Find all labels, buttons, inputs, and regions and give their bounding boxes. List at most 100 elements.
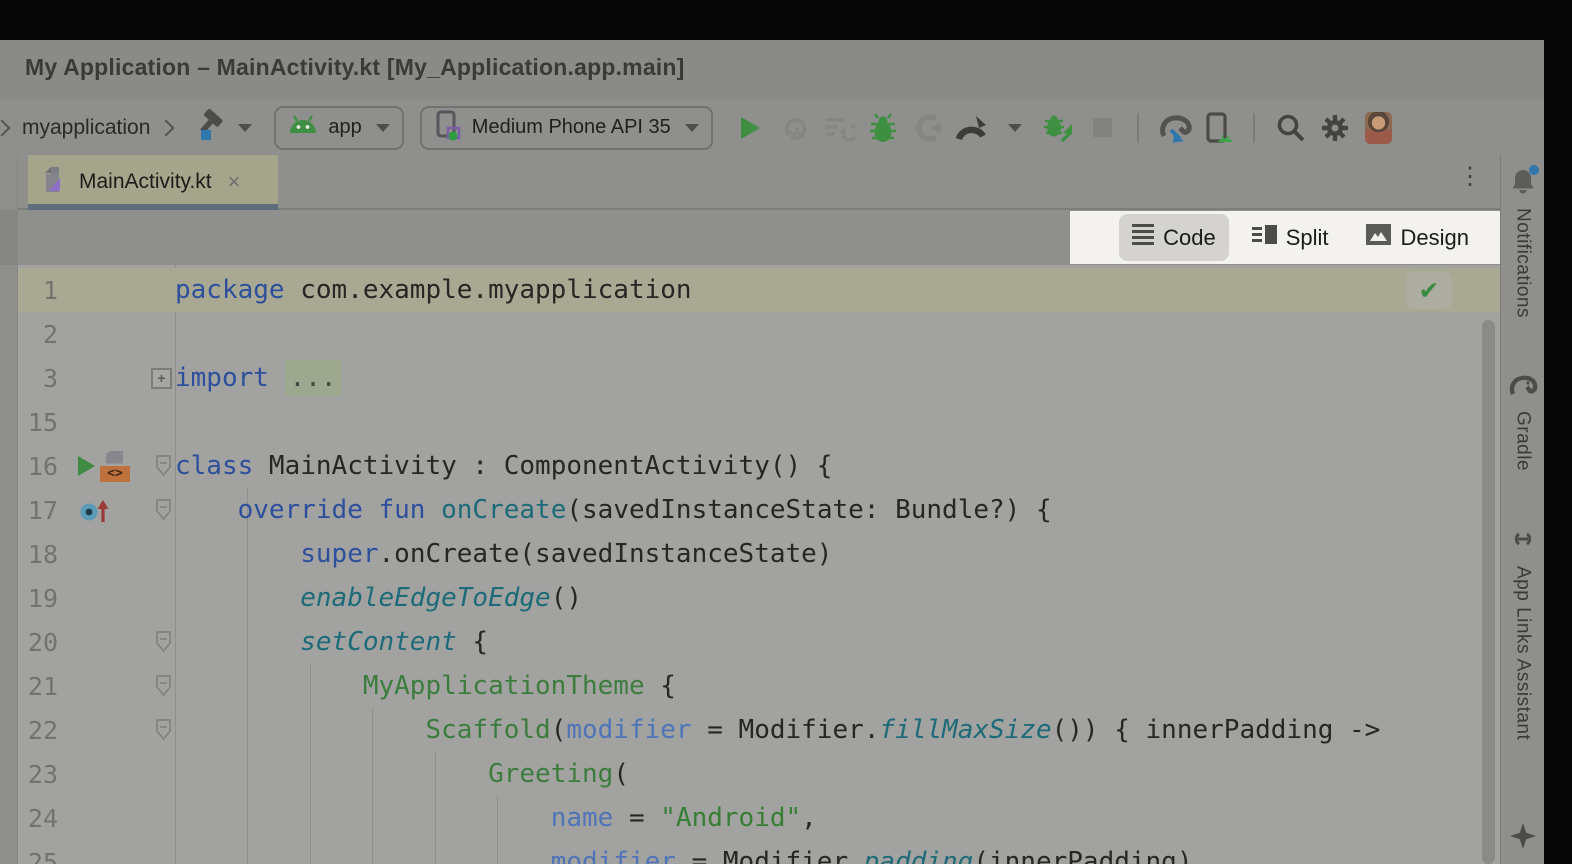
gemini-sparkle-icon[interactable] — [1508, 821, 1538, 856]
code-line-19[interactable]: 19 enableEdgeToEdge() — [18, 576, 1500, 620]
run-gutter-icon[interactable] — [78, 456, 95, 476]
override-method-icon[interactable] — [78, 496, 110, 524]
stop-icon — [1085, 111, 1121, 145]
device-manager-icon[interactable] — [1201, 111, 1237, 145]
kotlin-file-icon — [42, 166, 67, 198]
line-number: 22 — [18, 716, 58, 745]
android-head-icon — [288, 115, 318, 140]
code-text[interactable]: name = "Android", — [175, 803, 817, 833]
line-number: 23 — [18, 760, 58, 789]
build-button[interactable] — [194, 107, 252, 148]
line-number: 15 — [18, 408, 58, 437]
fold-minus-icon[interactable] — [142, 719, 175, 741]
debug-icon[interactable] — [865, 111, 901, 145]
fold-minus-icon[interactable] — [142, 675, 175, 697]
code-text[interactable]: class MainActivity : ComponentActivity()… — [175, 451, 832, 481]
code-text[interactable]: override fun onCreate(savedInstanceState… — [175, 495, 1052, 525]
line-number: 17 — [18, 496, 58, 525]
fold-plus-icon[interactable]: + — [142, 368, 175, 389]
fold-minus-icon[interactable] — [142, 631, 175, 653]
code-text[interactable]: Scaffold(modifier = Modifier.fillMaxSize… — [175, 715, 1380, 745]
line-number: 1 — [18, 276, 58, 305]
tool-window-button-app-links-assistant[interactable]: App Links Assistant — [1509, 525, 1537, 740]
check-icon: ✔ — [1419, 276, 1440, 305]
gradle-elephant-icon — [1508, 372, 1538, 403]
fold-minus-icon[interactable] — [142, 499, 175, 521]
code-line-15[interactable]: 15 — [18, 400, 1500, 444]
code-editor[interactable]: 1package com.example.myapplication23+imp… — [18, 265, 1500, 864]
indent-guide — [247, 488, 248, 864]
view-mode-label: Code — [1163, 227, 1216, 249]
chevron-down-icon — [238, 124, 252, 132]
code-line-25[interactable]: 25 modifier = Modifier.padding(innerPadd… — [18, 840, 1500, 864]
search-everywhere-icon[interactable] — [1273, 111, 1309, 145]
left-tool-stripe — [0, 155, 18, 864]
profiler-icon[interactable] — [953, 111, 989, 145]
code-line-16[interactable]: 16<>class MainActivity : ComponentActivi… — [18, 444, 1500, 488]
profiler-dropdown-icon[interactable] — [997, 111, 1033, 145]
code-line-3[interactable]: 3+import ... — [18, 356, 1500, 400]
code-line-21[interactable]: 21 MyApplicationTheme { — [18, 664, 1500, 708]
device-selector-label: Medium Phone API 35 — [472, 116, 671, 139]
line-number: 18 — [18, 540, 58, 569]
code-lines-icon — [1132, 221, 1154, 254]
view-mode-label: Design — [1401, 227, 1469, 249]
split-icon — [1252, 224, 1277, 251]
editor-header: Code Split Design — [18, 210, 1500, 265]
attach-debugger-icon[interactable] — [1041, 111, 1077, 145]
indent-guide — [310, 664, 311, 864]
window-title: My Application – MainActivity.kt [My_App… — [25, 54, 685, 81]
code-text[interactable]: Greeting( — [175, 759, 629, 789]
code-line-2[interactable]: 2 — [18, 312, 1500, 356]
code-line-23[interactable]: 23 Greeting( — [18, 752, 1500, 796]
tool-window-label: Notifications — [1512, 208, 1534, 318]
run-icon[interactable] — [733, 111, 769, 145]
code-text[interactable]: modifier = Modifier.padding(innerPadding… — [175, 847, 1193, 864]
title-bar: My Application – MainActivity.kt [My_App… — [0, 40, 1544, 100]
code-line-1[interactable]: 1 package com.example.myapplication — [18, 268, 1500, 312]
view-mode-code[interactable]: Code — [1119, 214, 1229, 261]
code-line-17[interactable]: 17 override fun onCreate(savedInstanceSt… — [18, 488, 1500, 532]
breadcrumb[interactable]: myapplication — [22, 116, 150, 140]
run-configuration-selector[interactable]: app — [274, 106, 403, 150]
fold-minus-icon[interactable] — [142, 455, 175, 477]
stripe-shade — [0, 210, 17, 265]
code-line-22[interactable]: 22 Scaffold(modifier = Modifier.fillMaxS… — [18, 708, 1500, 752]
code-text[interactable]: super.onCreate(savedInstanceState) — [175, 539, 832, 569]
chevron-down-icon — [376, 124, 390, 132]
tool-window-button-gradle[interactable]: Gradle — [1508, 372, 1538, 471]
code-text[interactable]: MyApplicationTheme { — [175, 671, 676, 701]
chevron-right-icon — [0, 119, 10, 136]
avatar[interactable] — [1361, 111, 1397, 145]
apply-code-changes-icon — [821, 111, 857, 145]
more-options-icon[interactable]: ⋮ — [1458, 165, 1482, 189]
line-number: 24 — [18, 804, 58, 833]
sync-gradle-icon[interactable] — [1157, 111, 1193, 145]
close-icon[interactable]: × — [228, 169, 241, 195]
scrollbar-thumb[interactable] — [1482, 320, 1495, 864]
code-text[interactable]: enableEdgeToEdge() — [175, 583, 582, 613]
code-line-20[interactable]: 20 setContent { — [18, 620, 1500, 664]
code-text[interactable]: setContent { — [175, 627, 488, 657]
main-toolbar: myapplication — [0, 100, 1544, 155]
rerun-activity-icon: A — [777, 111, 813, 145]
settings-icon[interactable] — [1317, 111, 1353, 145]
code-line-24[interactable]: 24 name = "Android", — [18, 796, 1500, 840]
code-text[interactable]: package com.example.myapplication — [175, 275, 692, 305]
gutter-icons — [58, 496, 142, 524]
view-mode-design[interactable]: Design — [1352, 215, 1482, 260]
ide-frame: My Application – MainActivity.kt [My_App… — [0, 40, 1544, 864]
toolbar-separator — [1253, 113, 1255, 143]
link-icon — [1509, 525, 1537, 558]
inspections-widget[interactable]: ✔ — [1406, 271, 1452, 309]
gutter-icons: <> — [58, 451, 142, 482]
device-selector[interactable]: Medium Phone API 35 — [420, 106, 713, 150]
view-mode-split[interactable]: Split — [1239, 217, 1342, 258]
indent-guide — [372, 708, 373, 864]
compose-file-icon[interactable]: <> — [100, 451, 132, 482]
tool-window-button-notifications[interactable]: Notifications — [1509, 167, 1537, 318]
toolbar-actions: A — [725, 111, 1544, 145]
code-text[interactable]: import ... — [175, 363, 342, 393]
tab-mainactivity[interactable]: MainActivity.kt × — [28, 155, 278, 208]
code-line-18[interactable]: 18 super.onCreate(savedInstanceState) — [18, 532, 1500, 576]
